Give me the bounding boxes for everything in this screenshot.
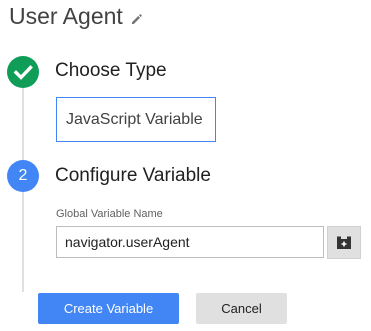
global-variable-name-label: Global Variable Name	[56, 208, 163, 220]
step-title-choose-type: Choose Type	[55, 60, 167, 81]
create-variable-button[interactable]: Create Variable	[38, 293, 179, 324]
step-complete-indicator	[7, 56, 39, 88]
pencil-icon[interactable]	[130, 12, 144, 26]
step-connector	[22, 192, 24, 292]
step-connector	[22, 88, 24, 162]
variable-type-selector[interactable]: JavaScript Variable	[56, 97, 216, 142]
variable-editor: User Agent Choose Type JavaScript Variab…	[0, 0, 371, 331]
cancel-button[interactable]: Cancel	[196, 293, 287, 324]
check-icon	[7, 65, 39, 92]
variable-title: User Agent	[9, 3, 123, 29]
variable-picker-button[interactable]	[327, 226, 361, 259]
step-title-configure-variable: Configure Variable	[55, 165, 211, 186]
step-number-badge: 2	[7, 160, 39, 192]
global-variable-name-input[interactable]	[56, 226, 324, 258]
